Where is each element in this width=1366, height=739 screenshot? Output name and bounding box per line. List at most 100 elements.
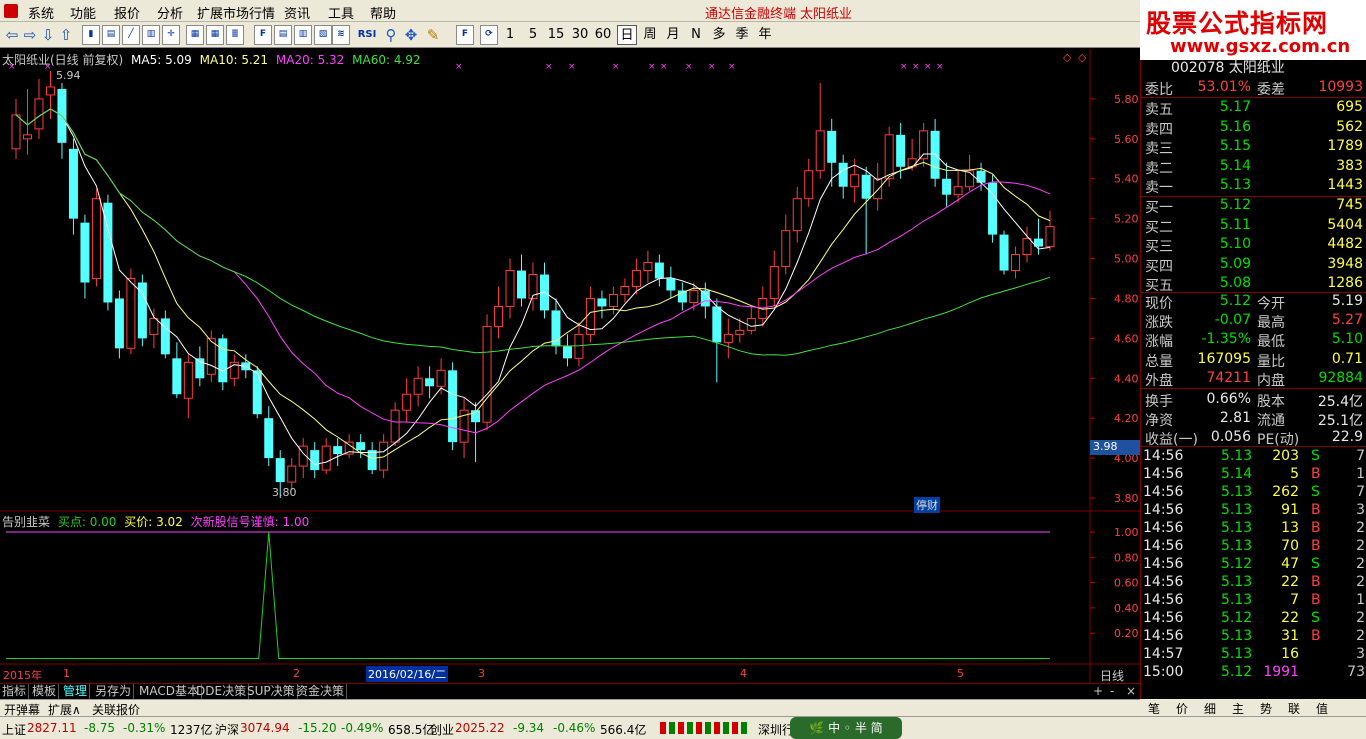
profile-icon[interactable]: ▥ xyxy=(294,25,312,45)
up-arrow-icon[interactable]: ⇧ xyxy=(58,25,74,45)
refresh-icon[interactable]: ⟳ xyxy=(480,25,498,45)
stat-row: 外盘 74211 内盘 92884 xyxy=(1141,369,1366,389)
period-1min[interactable]: 1 xyxy=(500,25,520,45)
panel-tab-price[interactable]: 价 xyxy=(1176,700,1188,717)
trade-row: 14:56 5.13 31 B 2 xyxy=(1141,627,1366,646)
period-60min[interactable]: 60 xyxy=(593,25,613,45)
tab-template[interactable]: 模板 xyxy=(30,684,60,700)
close-icon[interactable]: × xyxy=(1126,684,1136,698)
ask-volume: 1789 xyxy=(1327,138,1363,154)
candle-body xyxy=(792,198,802,232)
candle-body xyxy=(942,178,952,195)
period-year[interactable]: 年 xyxy=(755,25,775,45)
period-week[interactable]: 周 xyxy=(640,25,660,45)
table-icon[interactable]: ▤ xyxy=(274,25,292,45)
panel-tab-detail[interactable]: 细 xyxy=(1204,700,1216,717)
trade-time: 14:56 xyxy=(1143,574,1184,590)
fin-icon[interactable]: F xyxy=(254,25,272,45)
back-arrow-icon[interactable]: ⇦ xyxy=(4,25,20,45)
menu-system[interactable]: 系统 xyxy=(28,3,54,22)
stock-code-name: 002078 太阳纸业 xyxy=(1171,60,1285,76)
weicha-label: 委差 xyxy=(1257,82,1285,98)
tab-save-as[interactable]: 另存为 xyxy=(93,684,135,700)
tab-manage[interactable]: 管理 xyxy=(61,684,91,700)
move-icon[interactable]: ✥ xyxy=(403,25,419,45)
panel-tab-value[interactable]: 值 xyxy=(1316,700,1328,717)
draw-pencil-icon[interactable]: ✎ xyxy=(425,25,441,45)
ask-price: 5.16 xyxy=(1219,118,1251,135)
zoom-in-button[interactable]: + xyxy=(1093,684,1103,698)
rsi-icon[interactable]: RSI xyxy=(355,25,379,45)
y-tick-label: 5.00 xyxy=(1114,253,1139,266)
volume-icon[interactable]: ▤ xyxy=(102,25,120,45)
app-icon[interactable] xyxy=(4,4,18,18)
tab-dde[interactable]: DDE决策 xyxy=(194,684,250,700)
period-n[interactable]: N xyxy=(686,25,706,45)
menu-analysis[interactable]: 分析 xyxy=(157,3,183,22)
tab-sup[interactable]: SUP决策 xyxy=(245,684,298,700)
toolbar: ⇦ ⇨ ⇩ ⇧ ▮ ▤ ╱ ▥ ✛ ▦ ▦ ≣ F ▤ ▥ ▧ ≋ RSI ⚲ … xyxy=(0,22,1140,48)
menu-tools[interactable]: 工具 xyxy=(328,3,354,22)
candle-body xyxy=(321,445,331,471)
close-chart-icon[interactable]: ◇ xyxy=(1078,51,1087,64)
tab-macd[interactable]: MACD基本 xyxy=(137,684,202,700)
panel-tab-link[interactable]: 联 xyxy=(1288,700,1300,717)
event-badge[interactable]: 停财 xyxy=(914,497,940,513)
forward-arrow-icon[interactable]: ⇨ xyxy=(22,25,38,45)
ma20-label: MA20: 5.32 xyxy=(275,53,345,67)
trend-icon[interactable]: ╱ xyxy=(122,25,140,45)
trade-side: B xyxy=(1311,574,1321,590)
sort-icon[interactable]: ▦ xyxy=(186,25,204,45)
tab-capital[interactable]: 资金决策 xyxy=(294,684,348,700)
period-30min[interactable]: 30 xyxy=(570,25,590,45)
period-multi[interactable]: 多 xyxy=(709,25,729,45)
bid-label: 买四 xyxy=(1145,258,1173,275)
stat-row: 涨跌 -0.07 最高 5.27 xyxy=(1141,311,1366,331)
period-day[interactable]: 日 xyxy=(617,25,637,45)
menu-info[interactable]: 资讯 xyxy=(284,3,310,22)
panel-tab-trades[interactable]: 笔 xyxy=(1148,700,1160,717)
trade-volume: 22 xyxy=(1281,610,1299,626)
period-season[interactable]: 季 xyxy=(732,25,752,45)
panel-tab-main[interactable]: 主 xyxy=(1232,700,1244,717)
signal-label: 次新股信号谨慎: 1.00 xyxy=(190,515,310,529)
indicator-name: 告别韭菜 xyxy=(2,515,51,529)
down-arrow-icon[interactable]: ⇩ xyxy=(40,25,56,45)
indicator-y-tick-label: 0.20 xyxy=(1114,627,1139,640)
diamond-icon[interactable]: ◇ xyxy=(1063,51,1072,64)
bar-icon[interactable]: ▥ xyxy=(142,25,160,45)
menu-function[interactable]: 功能 xyxy=(70,3,96,22)
chart-icon[interactable]: ▧ xyxy=(314,25,332,45)
grid-icon[interactable]: ▦ xyxy=(206,25,224,45)
panel-tab-trend[interactable]: 势 xyxy=(1260,700,1272,717)
hs-index-change: -15.20 xyxy=(298,721,337,735)
zoom-out-button[interactable]: - xyxy=(1110,684,1114,698)
list-icon[interactable]: ≣ xyxy=(226,25,244,45)
candle-body xyxy=(735,329,745,335)
terminal-title: 通达信金融终端 xyxy=(705,7,797,22)
candle-body xyxy=(666,278,676,291)
period-15min[interactable]: 15 xyxy=(546,25,566,45)
ask-volume: 695 xyxy=(1336,99,1363,115)
split-icon[interactable]: F xyxy=(456,25,474,45)
period-month[interactable]: 月 xyxy=(663,25,683,45)
menu-extended-market[interactable]: 扩展市场行情 xyxy=(197,3,275,22)
kline-chart[interactable]: 5.805.605.405.205.004.804.604.404.204.00… xyxy=(0,49,1140,683)
weibi-label: 委比 xyxy=(1145,82,1173,98)
kline-icon[interactable]: ▮ xyxy=(82,25,100,45)
period-5min[interactable]: 5 xyxy=(523,25,543,45)
weibi-row: 委比 53.01% 委差 10993 xyxy=(1141,78,1366,98)
cross-icon[interactable]: ✛ xyxy=(162,25,180,45)
ime-indicator[interactable]: 🌿 中 ◦ 半 简 xyxy=(790,717,902,739)
candle-body xyxy=(643,262,653,272)
menu-help[interactable]: 帮助 xyxy=(370,3,396,22)
signal-marker: × xyxy=(708,62,716,72)
zoom-icon[interactable]: ⚲ xyxy=(383,25,399,45)
tab-indicator[interactable]: 指标 xyxy=(0,684,30,700)
period-label: 日线 xyxy=(1100,669,1125,683)
indicator-icon[interactable]: ≋ xyxy=(332,25,350,45)
trade-time: 14:56 xyxy=(1143,466,1184,482)
trade-count: 3 xyxy=(1356,646,1365,662)
chart-area[interactable]: 5.80 5.60 5.40 5.20 5.00 4.80 4.60 4.40 4.20 4.00… xyxy=(0,49,1140,683)
menu-quote[interactable]: 报价 xyxy=(114,3,140,22)
